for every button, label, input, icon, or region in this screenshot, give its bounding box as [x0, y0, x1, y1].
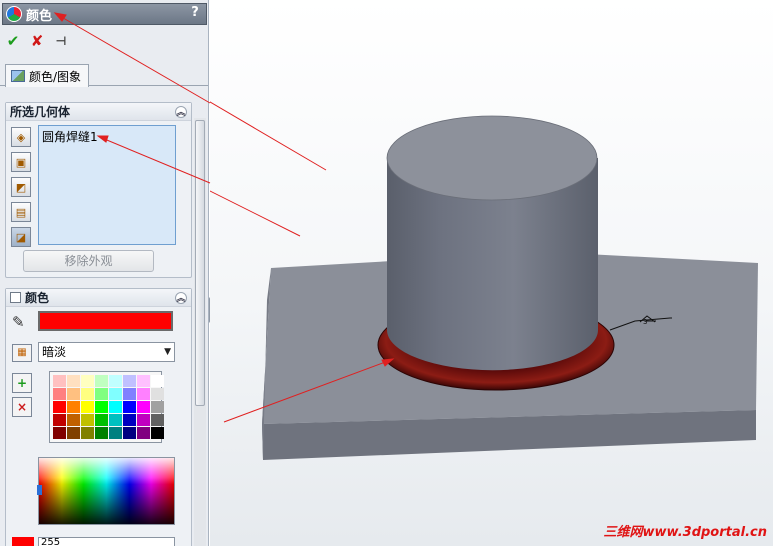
palette-swatch[interactable] — [81, 375, 94, 387]
palette-swatch[interactable] — [137, 388, 150, 400]
palette-swatch[interactable] — [123, 414, 136, 426]
palette-swatch[interactable] — [95, 427, 108, 439]
current-color-swatch[interactable] — [38, 311, 173, 331]
delete-swatch-icon[interactable]: × — [12, 397, 32, 417]
watermark-text: 三维网www.3dportal.cn — [603, 525, 767, 540]
collapse-icon[interactable]: ︽ — [175, 106, 187, 118]
palette-swatch[interactable] — [109, 375, 122, 387]
palette-swatch[interactable] — [137, 401, 150, 413]
group-header[interactable]: 颜色 ︽ — [6, 289, 191, 307]
palette-swatch[interactable] — [109, 427, 122, 439]
eyedropper-icon[interactable]: ✎ — [12, 313, 25, 331]
palette-swatch[interactable] — [123, 388, 136, 400]
color-checkbox[interactable] — [10, 292, 21, 303]
group-title: 颜色 — [25, 291, 50, 305]
palette-swatch[interactable] — [109, 401, 122, 413]
palette-swatch[interactable] — [67, 414, 80, 426]
red-channel-swatch — [12, 537, 34, 546]
geometry-list[interactable]: 圆角焊缝1 — [38, 125, 176, 245]
palette-swatch[interactable] — [81, 401, 94, 413]
palette-swatch[interactable] — [95, 401, 108, 413]
palette-swatch[interactable] — [137, 414, 150, 426]
palette-swatch[interactable] — [151, 427, 164, 439]
property-title-bar: 颜色 ? — [2, 3, 207, 25]
group-header[interactable]: 所选几何体 ︽ — [6, 103, 191, 121]
filter-toolbar: ◈ ▣ ◩ ▤ ◪ — [11, 127, 31, 247]
spectrum-marker[interactable] — [37, 485, 42, 495]
color-mode-select[interactable]: 暗淡 ▼ — [38, 342, 175, 362]
group-title: 所选几何体 — [10, 105, 71, 119]
tab-color-image[interactable]: 颜色/图象 — [5, 64, 89, 87]
remove-appearance-button[interactable]: 移除外观 — [23, 250, 154, 272]
palette-swatch[interactable] — [151, 414, 164, 426]
palette-swatch[interactable] — [67, 375, 80, 387]
add-swatch-icon[interactable]: + — [12, 373, 32, 393]
palette-swatch[interactable] — [95, 375, 108, 387]
image-icon — [11, 70, 25, 82]
filter-part-icon[interactable]: ◈ — [11, 127, 31, 147]
action-buttons: ✔ ✘ ⊣ — [4, 30, 70, 52]
property-manager: 颜色 ? ✔ ✘ ⊣ 颜色/图象 所选几何体 ︽ ◈ ▣ ◩ ▤ ◪ 圆角焊缝1… — [0, 0, 209, 546]
selected-geometry-group: 所选几何体 ︽ ◈ ▣ ◩ ▤ ◪ 圆角焊缝1 移除外观 — [5, 102, 192, 278]
filter-selected-icon[interactable]: ◪ — [11, 227, 31, 247]
palette-swatch[interactable] — [137, 427, 150, 439]
scrollbar-thumb[interactable] — [195, 120, 205, 406]
palette-swatch[interactable] — [53, 375, 66, 387]
palette-swatch[interactable] — [67, 427, 80, 439]
palette-swatch[interactable] — [151, 401, 164, 413]
palette-swatch[interactable] — [95, 414, 108, 426]
chevron-down-icon: ▼ — [164, 347, 171, 357]
appearance-icon — [6, 6, 22, 22]
palette-swatch[interactable] — [137, 375, 150, 387]
filter-body-icon[interactable]: ▣ — [11, 152, 31, 172]
svg-text:3: 3 — [643, 318, 647, 326]
model-scene: 3 — [210, 101, 758, 460]
palette-swatch[interactable] — [151, 375, 164, 387]
filter-feature-icon[interactable]: ◩ — [11, 177, 31, 197]
color-palette — [49, 371, 164, 443]
panel-scrollbar[interactable] — [194, 118, 206, 546]
tab-row: 颜色/图象 — [0, 62, 208, 87]
cylinder-top-face[interactable] — [386, 115, 598, 201]
palette-swatch[interactable] — [109, 414, 122, 426]
palette-swatch[interactable] — [109, 388, 122, 400]
color-group: 颜色 ︽ ✎ ▦ 暗淡 ▼ + × 255 — [5, 288, 192, 546]
palette-swatch[interactable] — [81, 388, 94, 400]
graphics-viewport[interactable]: 3 三维网www.3dportal.cn — [210, 0, 773, 546]
palette-swatch[interactable] — [53, 414, 66, 426]
palette-swatch[interactable] — [53, 427, 66, 439]
palette-swatch[interactable] — [81, 427, 94, 439]
filter-face-icon[interactable]: ▤ — [11, 202, 31, 222]
list-item[interactable]: 圆角焊缝1 — [42, 128, 172, 145]
palette-swatch[interactable] — [53, 388, 66, 400]
red-value-input[interactable]: 255 — [38, 537, 175, 546]
pushpin-icon[interactable]: ⊣ — [52, 32, 70, 50]
palette-swatch[interactable] — [95, 388, 108, 400]
palette-swatch[interactable] — [81, 414, 94, 426]
palette-swatch[interactable] — [123, 401, 136, 413]
collapse-icon[interactable]: ︽ — [175, 292, 187, 304]
select-value: 暗淡 — [42, 345, 67, 359]
cancel-icon[interactable]: ✘ — [28, 32, 46, 50]
panel-title: 颜色 — [26, 8, 53, 24]
palette-mode-icon[interactable]: ▦ — [12, 344, 32, 362]
ok-icon[interactable]: ✔ — [4, 32, 22, 50]
palette-swatch[interactable] — [123, 427, 136, 439]
help-button[interactable]: ? — [187, 5, 203, 23]
color-spectrum[interactable] — [37, 457, 175, 525]
palette-swatch[interactable] — [53, 401, 66, 413]
palette-swatch[interactable] — [67, 388, 80, 400]
palette-swatch[interactable] — [67, 401, 80, 413]
tab-label: 颜色/图象 — [29, 69, 82, 84]
palette-swatch[interactable] — [151, 388, 164, 400]
palette-swatch[interactable] — [123, 375, 136, 387]
